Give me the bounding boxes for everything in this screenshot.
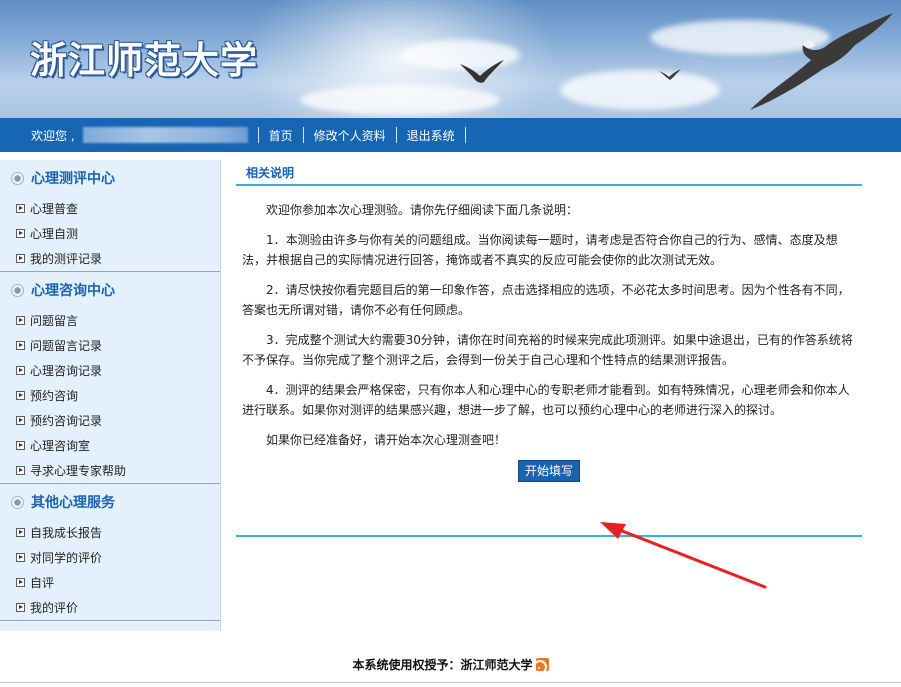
main-heading: 相关说明 [246,166,295,180]
section-title: 心理咨询中心 [31,283,115,299]
sidebar-item-self-test[interactable]: 心理自测 [0,221,220,246]
sidebar-item-book-consult[interactable]: 预约咨询 [0,383,220,408]
sidebar-item-my-reviews[interactable]: 我的评价 [0,595,220,620]
sidebar-item-growth-report[interactable]: 自我成长报告 [0,520,220,545]
nav-logout-link[interactable]: 退出系统 [407,127,455,144]
instruction-paragraph: 1．本测验由许多与你有关的问题组成。当你阅读每一题时，请考虑是否符合你自己的行为… [242,233,838,267]
nav-home-link[interactable]: 首页 [269,127,293,144]
footer-divider [0,682,901,683]
arrow-bullet-icon [16,416,25,425]
sidebar-item-message-records[interactable]: 问题留言记录 [0,333,220,358]
eagle-small-icon [460,60,504,83]
sidebar-item-self-review[interactable]: 自评 [0,570,220,595]
nav-divider [464,127,466,143]
nav-divider [302,127,304,143]
eagle-tiny-icon [659,69,681,80]
arrow-bullet-icon [16,578,25,587]
sidebar-item-peer-review[interactable]: 对同学的评价 [0,545,220,570]
sidebar-item-test-records[interactable]: 我的测评记录 [0,246,220,271]
sidebar-item-label: 心理咨询室 [30,439,91,453]
nav-divider [257,127,259,143]
radio-bullet-icon [11,283,24,297]
instructions: 欢迎你参加本次心理测验。请你先仔细阅读下面几条说明： 1．本测验由许多与你有关的… [236,186,862,482]
sidebar-section-consulting: 心理咨询中心 问题留言 问题留言记录 心理咨询记录 预约咨询 预约咨询记录 心理… [0,272,220,484]
sidebar-item-label: 心理普查 [30,202,79,216]
radio-bullet-icon [11,171,24,185]
arrow-bullet-icon [16,441,25,450]
welcome-text: 欢迎您 , [31,128,75,143]
arrow-bullet-icon [16,204,25,213]
arrow-bullet-icon [16,316,25,325]
section-title: 其他心理服务 [31,495,115,511]
closing-text: 如果你已经准备好，请开始本次心理测查吧！ [266,433,507,447]
annotation-arrow-icon [600,522,767,589]
instruction-paragraph: 4．测评的结果会严格保密，只有你本人和心理中心的专职老师才能看到。如有特殊情况，… [242,383,850,417]
arrow-bullet-icon [16,254,25,263]
sidebar-item-label: 心理自测 [30,227,79,241]
sidebar-section-other-services: 其他心理服务 自我成长报告 对同学的评价 自评 我的评价 [0,484,220,621]
sidebar-item-label: 问题留言 [30,314,79,328]
sidebar-item-label: 自评 [30,576,55,590]
sidebar-item-label: 问题留言记录 [30,339,103,353]
section-title: 心理测评中心 [31,171,115,187]
instruction-paragraph: 2．请尽快按你看完题目后的第一印象作答，点击选择相应的选项，不必花太多时间思考。… [242,283,850,317]
sidebar-item-consult-room[interactable]: 心理咨询室 [0,433,220,458]
arrow-bullet-icon [16,229,25,238]
header-banner: 浙江师范大学 [0,0,901,118]
start-button[interactable]: 开始填写 [517,460,580,482]
section-header: 其他心理服务 [0,484,220,520]
sidebar-item-label: 寻求心理专家帮助 [30,464,127,478]
sidebar-item-label: 我的测评记录 [30,252,103,266]
eagle-large-icon [750,13,893,110]
sidebar-item-label: 心理咨询记录 [30,364,103,378]
footer: 本系统使用权授予：浙江师范大学 [0,656,901,673]
sidebar-item-label: 对同学的评价 [30,551,103,565]
arrow-bullet-icon [16,466,25,475]
sidebar-item-consult-records[interactable]: 心理咨询记录 [0,358,220,383]
sidebar-item-label: 预约咨询 [30,389,79,403]
arrow-bullet-icon [16,528,25,537]
radio-bullet-icon [11,495,24,509]
sidebar-item-expert-help[interactable]: 寻求心理专家帮助 [0,458,220,483]
intro-text: 欢迎你参加本次心理测验。请你先仔细阅读下面几条说明： [266,203,579,217]
sidebar-item-leave-message[interactable]: 问题留言 [0,308,220,333]
arrow-bullet-icon [16,391,25,400]
rss-icon[interactable] [535,658,549,671]
arrow-bullet-icon [16,603,25,612]
sidebar-section-assessment: 心理测评中心 心理普查 心理自测 我的测评记录 [0,160,220,272]
button-row: 开始填写 [242,460,856,482]
site-title: 浙江师范大学 [30,39,258,82]
sidebar-item-census[interactable]: 心理普查 [0,196,220,221]
arrow-bullet-icon [16,366,25,375]
footer-text: 本系统使用权授予：浙江师范大学 [352,658,533,672]
main-content: 相关说明 欢迎你参加本次心理测验。请你先仔细阅读下面几条说明： 1．本测验由许多… [236,160,862,482]
sidebar-item-label: 预约咨询记录 [30,414,103,428]
section-header: 心理咨询中心 [0,272,220,308]
nav-divider [395,127,397,143]
sidebar-item-label: 我的评价 [30,601,79,615]
instruction-paragraph: 3．完成整个测试大约需要30分钟，请你在时间充裕的时候来完成此项测评。如果中途退… [242,333,853,367]
arrow-bullet-icon [16,341,25,350]
username-redacted [82,127,248,143]
top-nav-bar: 欢迎您 , 首页 修改个人资料 退出系统 [0,118,901,152]
sidebar: 心理测评中心 心理普查 心理自测 我的测评记录 心理咨询中心 问题留言 问题留言… [0,160,221,631]
sidebar-item-booking-records[interactable]: 预约咨询记录 [0,408,220,433]
main-heading-bar: 相关说明 [236,160,862,186]
section-header: 心理测评中心 [0,160,220,196]
nav-edit-profile-link[interactable]: 修改个人资料 [314,127,386,144]
arrow-bullet-icon [16,553,25,562]
sidebar-item-label: 自我成长报告 [30,526,103,540]
